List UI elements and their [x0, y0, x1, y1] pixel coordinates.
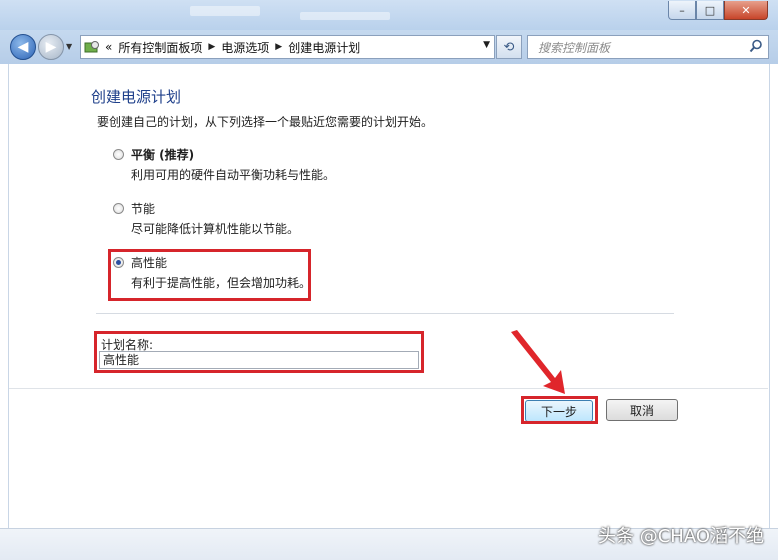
- maximize-button[interactable]: □: [696, 1, 724, 20]
- search-icon[interactable]: [749, 39, 763, 56]
- page-subtitle: 要创建自己的计划，从下列选择一个最贴近您需要的计划开始。: [97, 115, 434, 129]
- footer-divider: [9, 388, 768, 389]
- control-panel-icon: [83, 39, 101, 55]
- navigation-toolbar: ◀ ▶ ▼ « 所有控制面板项 ▶ 电源选项 ▶ 创建电源计划 ▼ ⟲ 搜索控制…: [0, 30, 778, 64]
- breadcrumb-overflow[interactable]: «: [105, 40, 112, 54]
- balanced-radio[interactable]: [113, 149, 124, 160]
- back-button[interactable]: ◀: [10, 34, 36, 60]
- search-placeholder: 搜索控制面板: [538, 40, 611, 55]
- forward-arrow-icon: ▶: [45, 39, 57, 55]
- option-description: 利用可用的硬件自动平衡功耗与性能。: [131, 168, 336, 182]
- breadcrumb-create-power-plan[interactable]: 创建电源计划: [288, 39, 360, 56]
- option-title: 节能: [131, 202, 156, 216]
- address-dropdown-icon[interactable]: ▼: [483, 40, 490, 50]
- option-title: 平衡 (推荐): [131, 148, 195, 162]
- watermark: 头条 @CHAO滔不绝: [598, 526, 764, 547]
- close-button[interactable]: ✕: [724, 1, 768, 20]
- breadcrumb-all-control-panel-items[interactable]: 所有控制面板项: [118, 39, 202, 56]
- window-controls: – □ ✕: [668, 1, 768, 20]
- title-bar: – □ ✕: [0, 0, 778, 30]
- cancel-button[interactable]: 取消: [606, 399, 678, 421]
- refresh-icon: ⟲: [503, 39, 515, 55]
- blurred-background: [300, 12, 390, 20]
- search-box[interactable]: 搜索控制面板: [527, 35, 769, 59]
- forward-button[interactable]: ▶: [38, 34, 64, 60]
- annotation-arrow-icon: [511, 330, 565, 394]
- maximize-icon: □: [704, 3, 716, 17]
- back-arrow-icon: ◀: [17, 39, 29, 55]
- highlight-box-option: [108, 249, 311, 301]
- address-bar[interactable]: « 所有控制面板项 ▶ 电源选项 ▶ 创建电源计划 ▼: [80, 35, 495, 59]
- highlight-box-plan-name: [94, 331, 424, 373]
- cancel-button-label: 取消: [629, 403, 654, 418]
- section-divider: [96, 313, 674, 314]
- minimize-icon: –: [679, 3, 685, 17]
- breadcrumb-power-options[interactable]: 电源选项: [221, 39, 269, 56]
- breadcrumb-separator-icon[interactable]: ▶: [275, 42, 282, 52]
- power-saver-radio[interactable]: [113, 203, 124, 214]
- content-pane: [8, 64, 770, 549]
- minimize-button[interactable]: –: [668, 1, 696, 20]
- option-description: 尽可能降低计算机性能以节能。: [131, 222, 300, 236]
- highlight-box-next: [521, 396, 598, 424]
- page-title: 创建电源计划: [91, 88, 182, 106]
- recent-pages-dropdown-icon[interactable]: ▼: [66, 42, 72, 51]
- blurred-background: [190, 6, 260, 16]
- close-icon: ✕: [741, 3, 751, 17]
- refresh-button[interactable]: ⟲: [496, 35, 522, 59]
- breadcrumb-separator-icon[interactable]: ▶: [208, 42, 215, 52]
